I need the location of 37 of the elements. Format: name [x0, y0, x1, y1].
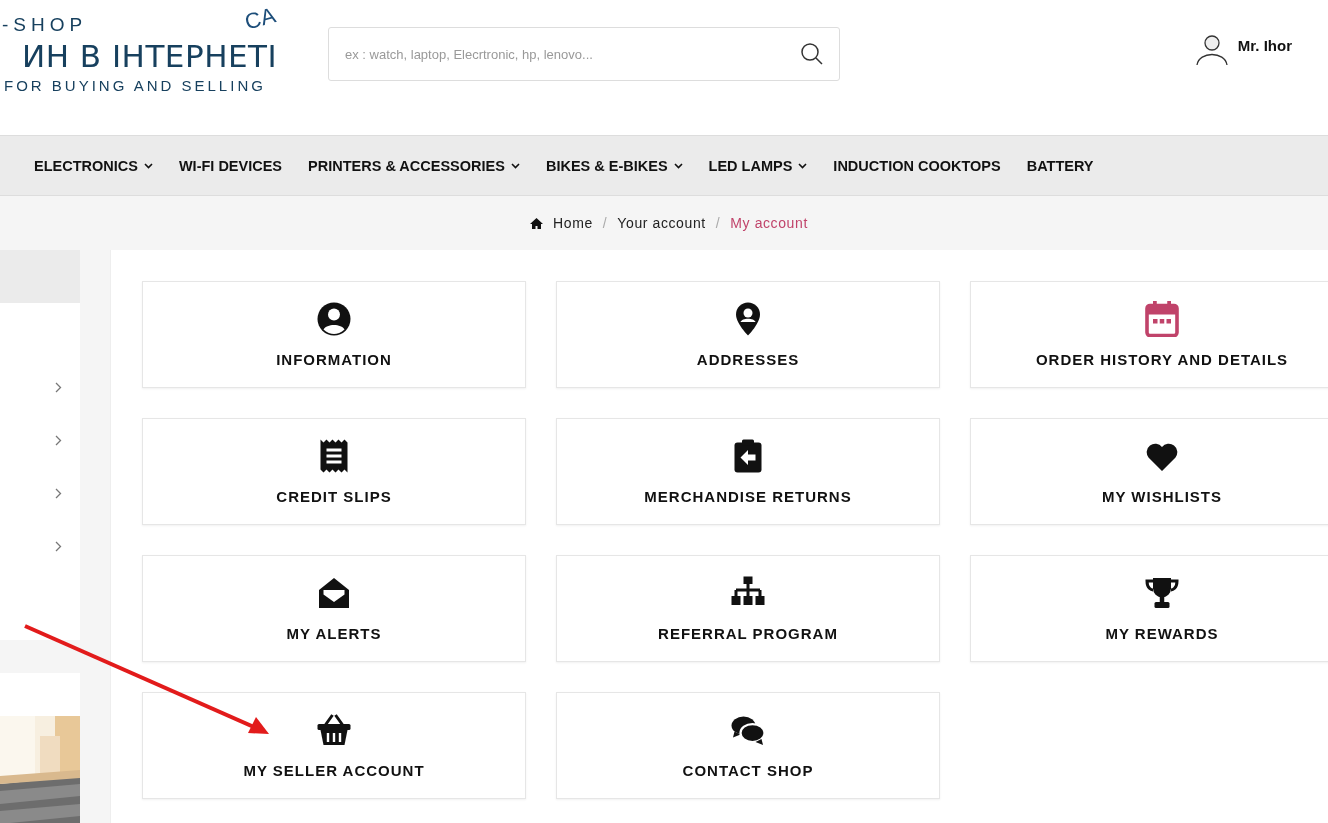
- breadcrumb-separator: /: [602, 215, 608, 231]
- account-tile[interactable]: MY REWARDS: [970, 555, 1328, 662]
- nav-item[interactable]: WI-FI DEVICES: [178, 157, 283, 174]
- account-tile[interactable]: ADDRESSES: [556, 281, 940, 388]
- nav-item[interactable]: INDUCTION COOKTOPS: [833, 157, 1001, 174]
- account-tile[interactable]: MY ALERTS: [142, 555, 526, 662]
- chevron-icon[interactable]: [55, 488, 62, 499]
- account-tile[interactable]: CREDIT SLIPS: [142, 418, 526, 525]
- nav-item[interactable]: BIKES & E-BIKES: [545, 157, 683, 174]
- nav-item[interactable]: ELECTRONICS: [34, 157, 153, 174]
- account-tile[interactable]: MY SELLER ACCOUNT: [142, 692, 526, 799]
- chevron-icon[interactable]: [55, 382, 62, 393]
- account-tile[interactable]: CONTACT SHOP: [556, 692, 940, 799]
- logo-title: ИН В ІНТЕРНЕТІ: [22, 37, 278, 76]
- account-tile[interactable]: INFORMATION: [142, 281, 526, 388]
- chevron-icon[interactable]: [55, 541, 62, 552]
- nav-item[interactable]: LED LAMPS: [708, 157, 808, 174]
- shop-logo[interactable]: -SHOP ИН В ІНТЕРНЕТІ FOR BUYING AND SELLING CA: [0, 0, 300, 96]
- account-tile[interactable]: MY WISHLISTS: [970, 418, 1328, 525]
- breadcrumb-separator: /: [715, 215, 721, 231]
- breadcrumb-link[interactable]: Home: [553, 215, 593, 231]
- logo-tagline: FOR BUYING AND SELLING: [4, 76, 266, 96]
- home-icon: [530, 217, 544, 229]
- account-tile[interactable]: REFERRAL PROGRAM: [556, 555, 940, 662]
- breadcrumb-link[interactable]: Your account: [617, 215, 706, 231]
- breadcrumb-link[interactable]: My account: [730, 215, 808, 231]
- search-field[interactable]: ex : watch, laptop, Elecrtronic, hp, lenovo...: [328, 27, 840, 81]
- account-tile[interactable]: MERCHANDISE RETURNS: [556, 418, 940, 525]
- user-icon[interactable]: [1195, 34, 1228, 66]
- nav-item[interactable]: PRINTERS & ACCESSORIES: [308, 157, 520, 174]
- chevron-icon[interactable]: [55, 435, 62, 446]
- account-tile[interactable]: ORDER HISTORY AND DETAILS: [970, 281, 1328, 388]
- search-icon[interactable]: [800, 42, 824, 66]
- nav-item[interactable]: BATTERY: [1026, 157, 1094, 174]
- logo-text: -SHOP: [2, 14, 88, 36]
- logo-suffix-text: CA: [242, 2, 279, 36]
- user-name[interactable]: Mr. Ihor: [1237, 37, 1292, 54]
